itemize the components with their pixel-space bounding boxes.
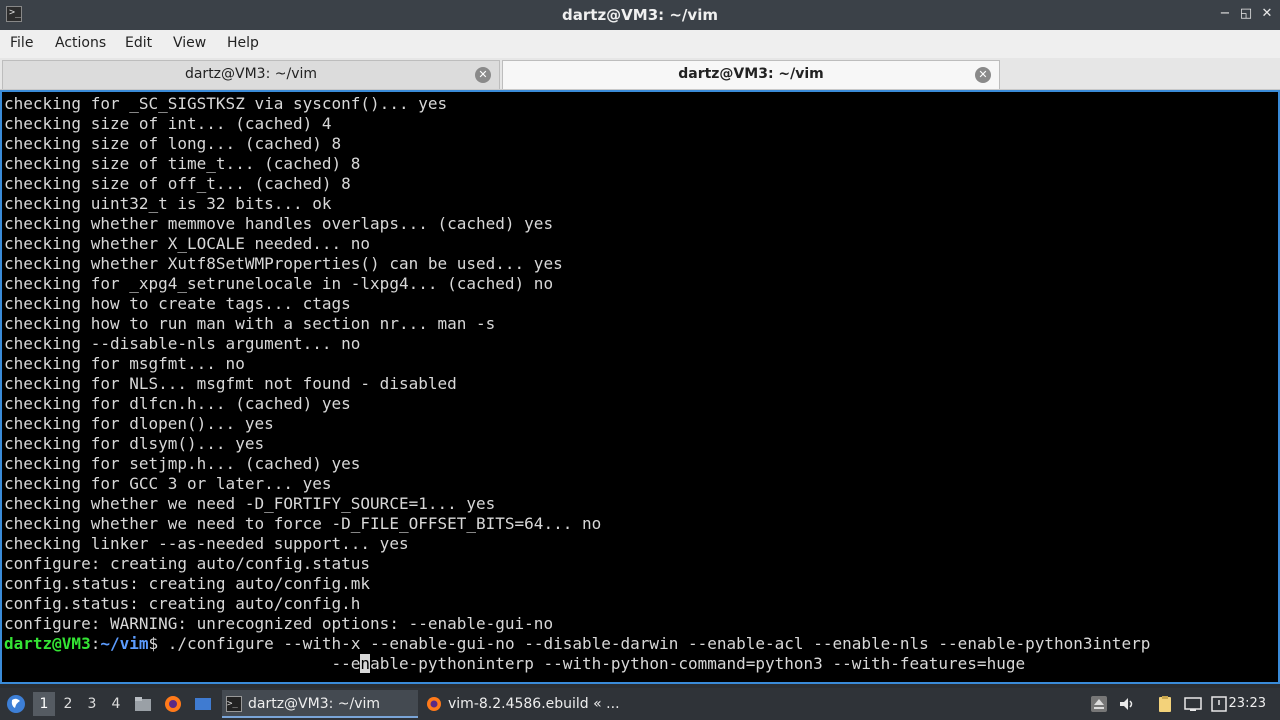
power-icon[interactable]	[1210, 695, 1228, 713]
eject-icon[interactable]	[1090, 695, 1108, 713]
tab-close-icon[interactable]: ✕	[975, 67, 991, 83]
terminal-line: checking for GCC 3 or later... yes	[4, 474, 332, 493]
terminal-line: config.status: creating auto/config.h	[4, 594, 361, 613]
prompt-path: ~/vim	[100, 634, 149, 653]
terminal-continuation-line: --enable-pythoninterp --with-python-comm…	[2, 654, 1150, 674]
clipboard-icon[interactable]	[1156, 695, 1174, 713]
clock: 23:23	[1228, 696, 1266, 711]
menu-help[interactable]: Help	[227, 35, 259, 51]
terminal-line: config.status: creating auto/config.mk	[4, 574, 371, 593]
terminal-line: checking size of time_t... (cached) 8	[4, 154, 361, 173]
window-titlebar: >_ dartz@VM3: ~/vim − ◱ ✕	[0, 0, 1280, 30]
menu-file[interactable]: File	[10, 35, 33, 51]
terminal-line: checking how to run man with a section n…	[4, 314, 496, 333]
terminal-line: checking linker --as-needed support... y…	[4, 534, 409, 553]
terminal-line: checking whether we need to force -D_FIL…	[4, 514, 602, 533]
terminal-line: checking whether memmove handles overlap…	[4, 214, 554, 233]
terminal-line: checking size of off_t... (cached) 8	[4, 174, 351, 193]
menu-edit[interactable]: Edit	[125, 35, 152, 51]
tab-label: dartz@VM3: ~/vim	[184, 66, 318, 82]
terminal-output: checking for _SC_SIGSTKSZ via sysconf().…	[2, 94, 1150, 674]
terminal-line: checking for dlsym()... yes	[4, 434, 265, 453]
desktop-1[interactable]: 1	[33, 692, 55, 716]
terminal-prompt-line: dartz@VM3:~/vim$ ./configure --with-x --…	[2, 634, 1150, 654]
terminal-line: checking uint32_t is 32 bits... ok	[4, 194, 332, 213]
terminal-line: checking --disable-nls argument... no	[4, 334, 361, 353]
task-label: vim-8.2.4586.ebuild « ...	[448, 696, 620, 712]
start-menu-icon[interactable]	[6, 694, 26, 714]
menu-view[interactable]: View	[173, 35, 206, 51]
prompt-dollar: $	[148, 634, 159, 653]
desktop-3[interactable]: 3	[81, 692, 103, 716]
volume-icon[interactable]	[1118, 695, 1136, 713]
terminal-line: checking for setjmp.h... (cached) yes	[4, 454, 361, 473]
terminal-line: checking size of int... (cached) 4	[4, 114, 332, 133]
menu-actions[interactable]: Actions	[55, 35, 106, 51]
terminal-area[interactable]: checking for _SC_SIGSTKSZ via sysconf().…	[0, 90, 1280, 684]
prompt-user: dartz@VM3	[4, 634, 91, 653]
tab-close-icon[interactable]: ✕	[475, 67, 491, 83]
terminal-line: checking size of long... (cached) 8	[4, 134, 342, 153]
terminal-line: checking how to create tags... ctags	[4, 294, 351, 313]
minimize-button[interactable]: −	[1216, 5, 1234, 23]
terminal-icon: >_	[226, 696, 242, 712]
tab-bar: dartz@VM3: ~/vim ✕ dartz@VM3: ~/vim ✕	[0, 58, 1280, 90]
tab-terminal-2[interactable]: dartz@VM3: ~/vim ✕	[502, 60, 1000, 89]
firefox-icon	[427, 697, 441, 711]
firefox-icon[interactable]	[164, 695, 182, 713]
task-label: dartz@VM3: ~/vim	[248, 696, 381, 712]
terminal-command: ./configure --with-x --enable-gui-no --d…	[158, 634, 1151, 653]
menu-bar: File Actions Edit View Help	[0, 30, 1280, 58]
terminal-line: checking for _xpg4_setrunelocale in -lxp…	[4, 274, 554, 293]
tab-terminal-1[interactable]: dartz@VM3: ~/vim ✕	[2, 60, 500, 89]
terminal-line: checking for dlopen()... yes	[4, 414, 274, 433]
terminal-line: checking for NLS... msgfmt not found - d…	[4, 374, 457, 393]
desktop-show-icon[interactable]	[194, 695, 212, 713]
terminal-command-continuation: --e	[4, 654, 361, 673]
task-firefox[interactable]: vim-8.2.4586.ebuild « ...	[422, 690, 632, 718]
network-icon[interactable]	[1184, 695, 1202, 713]
terminal-command-continuation: able-pythoninterp --with-python-command=…	[370, 654, 1026, 673]
window-title: dartz@VM3: ~/vim	[562, 6, 718, 24]
task-terminal[interactable]: >_ dartz@VM3: ~/vim	[222, 690, 418, 718]
terminal-line: checking whether we need -D_FORTIFY_SOUR…	[4, 494, 496, 513]
terminal-line: configure: WARNING: unrecognized options…	[4, 614, 554, 633]
prompt-separator: :	[90, 634, 101, 653]
taskbar: 1 2 3 4 >_ dartz@VM3: ~/vim vim-8.2.4586…	[0, 688, 1280, 720]
maximize-button[interactable]: ◱	[1237, 5, 1255, 23]
terminal-line: checking for dlfcn.h... (cached) yes	[4, 394, 351, 413]
tab-label: dartz@VM3: ~/vim	[678, 66, 824, 82]
terminal-line: checking for msgfmt... no	[4, 354, 245, 373]
terminal-line: checking for _SC_SIGSTKSZ via sysconf().…	[4, 94, 448, 113]
text-cursor: n	[360, 654, 371, 673]
terminal-line: checking whether X_LOCALE needed... no	[4, 234, 371, 253]
desktop-2[interactable]: 2	[57, 692, 79, 716]
desktop-4[interactable]: 4	[105, 692, 127, 716]
terminal-line: checking whether Xutf8SetWMProperties() …	[4, 254, 563, 273]
terminal-line: configure: creating auto/config.status	[4, 554, 371, 573]
close-button[interactable]: ✕	[1258, 5, 1276, 23]
file-manager-icon[interactable]	[134, 695, 152, 713]
